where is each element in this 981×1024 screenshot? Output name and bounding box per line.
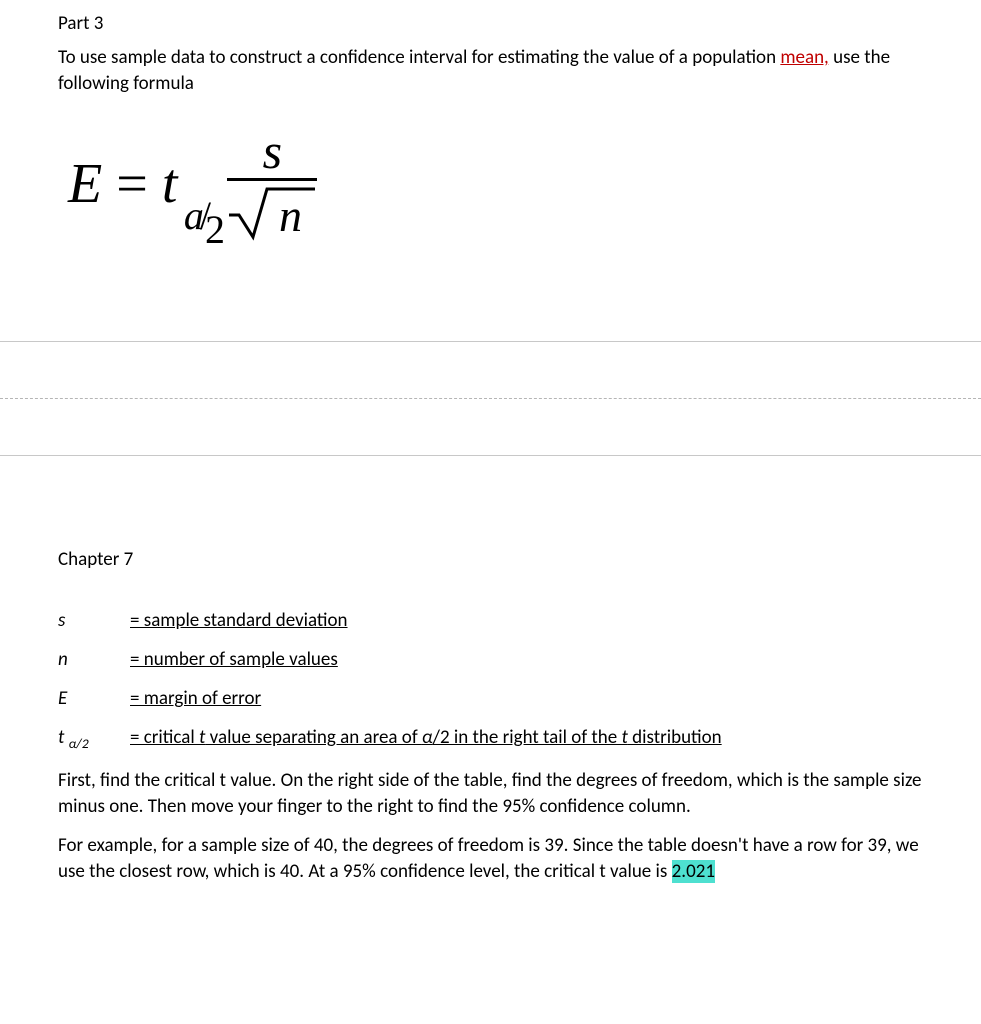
def-sym-t-base: t: [58, 726, 69, 749]
document-page: Part 3 To use sample data to construct a…: [0, 0, 981, 885]
part-label: Part 3: [58, 12, 923, 35]
formula-t-term: t a/2: [162, 156, 178, 212]
definition-n: n= number of sample values: [58, 648, 923, 671]
def-sym-n: n: [58, 648, 130, 671]
def-text-t-mid2: /2 in the right tail of the: [433, 726, 622, 749]
formula-numerator: s: [257, 126, 288, 178]
formula-t: t: [162, 153, 178, 215]
def-text-t-post: distribution: [628, 726, 722, 749]
para2-pre: For example, for a sample size of 40, th…: [58, 834, 919, 883]
intro-paragraph: To use sample data to construct a confid…: [58, 45, 923, 96]
def-it-alpha: α: [422, 726, 433, 749]
paragraph-2: For example, for a sample size of 40, th…: [58, 833, 923, 884]
formula-equals: =: [116, 156, 148, 212]
intro-text-pre: To use sample data to construct a confid…: [58, 46, 780, 69]
chapter-heading: Chapter 7: [58, 548, 923, 571]
paragraph-1: First, find the critical t value. On the…: [58, 768, 923, 819]
def-sym-e: E: [58, 687, 130, 710]
formula-fraction: s n: [227, 126, 317, 241]
separator-line: [0, 341, 981, 342]
def-sym-s: s: [58, 609, 130, 632]
def-text-t-mid: value separating an area of: [205, 726, 422, 749]
mean-link[interactable]: mean,: [780, 46, 828, 69]
highlighted-value: 2.021: [672, 860, 715, 883]
def-text-s: = sample standard deviation: [130, 609, 348, 632]
formula-t-subscript: a/2: [184, 196, 227, 236]
formula-sub-2: 2: [205, 207, 225, 252]
formula: E = t a/2 s n: [68, 126, 923, 241]
definition-e: E= margin of error: [58, 687, 923, 710]
formula-E: E: [68, 156, 102, 212]
page-separator: [0, 341, 981, 456]
separator-dashed: [0, 398, 981, 399]
def-sym-t: t α/2: [58, 726, 130, 752]
definition-t: t α/2= critical t value separating an ar…: [58, 726, 923, 752]
def-text-n: = number of sample values: [130, 648, 338, 671]
formula-denominator: n: [227, 181, 317, 241]
definition-s: s= sample standard deviation: [58, 609, 923, 632]
page-content: Part 3 To use sample data to construct a…: [0, 0, 981, 241]
def-sym-t-sub: α/2: [69, 735, 89, 752]
def-text-t-pre: = critical: [130, 726, 199, 749]
page-content-2: Chapter 7 s= sample standard deviation n…: [0, 456, 981, 884]
def-text-e: = margin of error: [130, 687, 261, 710]
formula-n: n: [279, 190, 302, 241]
sqrt-icon: n: [227, 183, 317, 241]
